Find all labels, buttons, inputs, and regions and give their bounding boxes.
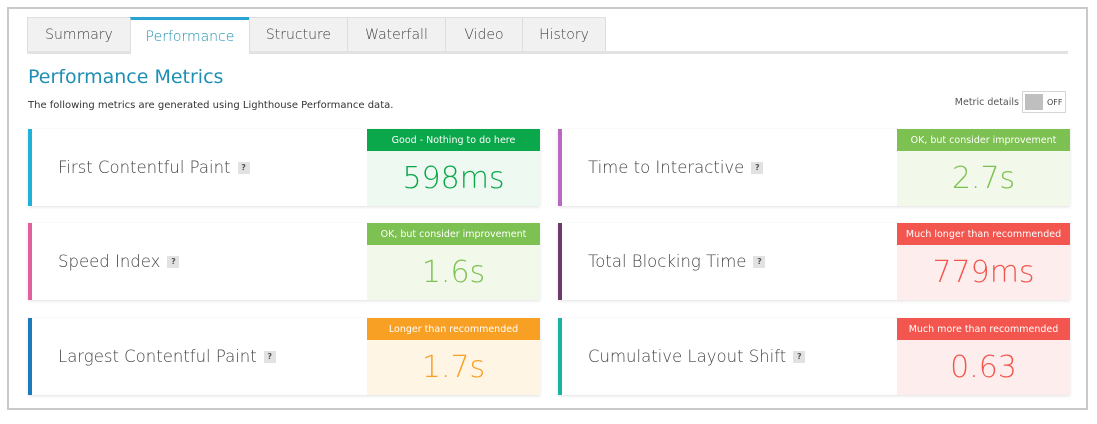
metric-details-toggle[interactable]: OFF [1022,91,1066,113]
metric-accent-bar [558,223,562,300]
metric-value: 2.7s [951,161,1016,196]
metric-grade-badge: Much more than recommended [897,318,1070,340]
metric-details-control: Metric details OFF [955,91,1066,113]
help-icon[interactable]: ? [751,161,764,174]
metric-accent-bar [28,318,32,395]
tab-history[interactable]: History [522,17,606,51]
metric-grade-badge: Good - Nothing to do here [367,129,540,151]
metric-value-box: OK, but consider improvement 1.6s [367,223,540,300]
metric-card-cumulative-layout-shift: Cumulative Layout Shift? Much more than … [558,318,1070,395]
page-title: Performance Metrics [28,66,224,88]
metric-accent-bar [28,223,32,300]
metric-value: 779ms [932,255,1035,290]
metric-details-label: Metric details [954,96,1019,108]
metric-accent-bar [28,129,32,206]
help-icon[interactable]: ? [167,255,180,268]
help-icon[interactable]: ? [793,350,806,363]
metric-accent-bar [558,318,562,395]
metric-name: Total Blocking Time? [588,223,766,300]
metric-value: 1.6s [421,255,486,290]
report-panel: Summary Performance Structure Waterfall … [7,7,1088,410]
metric-value-box: OK, but consider improvement 2.7s [897,129,1070,206]
metric-name-text: First Contentful Paint [58,158,231,177]
toggle-state: OFF [1047,97,1063,107]
metric-name-text: Time to Interactive [588,158,745,177]
metric-name: Speed Index? [58,223,180,300]
metric-card-speed-index: Speed Index? OK, but consider improvemen… [28,223,540,300]
tab-waterfall[interactable]: Waterfall [347,17,446,51]
metric-grade-badge: Longer than recommended [367,318,540,340]
metric-name: Largest Contentful Paint? [58,318,276,395]
metric-grade-badge: Much longer than recommended [897,223,1070,245]
tab-video[interactable]: Video [445,17,523,51]
metric-grade-badge: OK, but consider improvement [897,129,1070,151]
metric-card-largest-contentful-paint: Largest Contentful Paint? Longer than re… [28,318,540,395]
tab-structure[interactable]: Structure [249,17,348,51]
help-icon[interactable]: ? [753,255,766,268]
metric-grade-badge: OK, but consider improvement [367,223,540,245]
metric-value-box: Longer than recommended 1.7s [367,318,540,395]
metric-card-total-blocking-time: Total Blocking Time? Much longer than re… [558,223,1070,300]
metric-card-first-contentful-paint: First Contentful Paint? Good - Nothing t… [28,129,540,206]
metric-name-text: Speed Index [58,252,161,271]
tab-summary[interactable]: Summary [27,17,131,51]
metric-card-time-to-interactive: Time to Interactive? OK, but consider im… [558,129,1070,206]
page-subtitle: The following metrics are generated usin… [28,100,394,111]
metric-value: 1.7s [421,350,486,385]
metric-value-box: Good - Nothing to do here 598ms [367,129,540,206]
metric-name-text: Total Blocking Time [588,252,747,271]
help-icon[interactable]: ? [237,161,250,174]
metric-value-box: Much longer than recommended 779ms [897,223,1070,300]
metric-name: First Contentful Paint? [58,129,250,206]
report-tabs: Summary Performance Structure Waterfall … [27,17,1068,54]
metric-name: Time to Interactive? [588,129,764,206]
tab-performance[interactable]: Performance [130,17,250,54]
metric-value-box: Much more than recommended 0.63 [897,318,1070,395]
metric-value: 598ms [402,161,505,196]
metric-name-text: Cumulative Layout Shift [588,347,787,366]
metric-accent-bar [558,129,562,206]
metric-name-text: Largest Contentful Paint [58,347,257,366]
toggle-knob [1025,94,1043,110]
metric-name: Cumulative Layout Shift? [588,318,806,395]
metric-value: 0.63 [950,350,1017,385]
help-icon[interactable]: ? [263,350,276,363]
